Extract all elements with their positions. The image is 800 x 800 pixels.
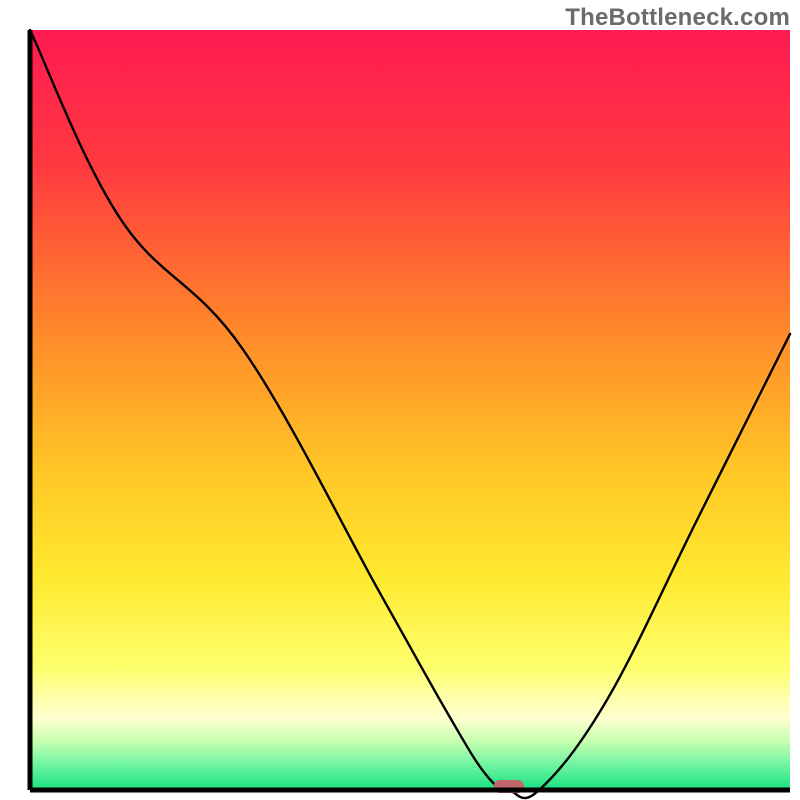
plot-area (30, 30, 790, 798)
watermark-text: TheBottleneck.com (565, 4, 790, 32)
plot-background (30, 30, 790, 790)
chart-frame: TheBottleneck.com (0, 0, 800, 800)
bottleneck-chart (0, 0, 800, 800)
